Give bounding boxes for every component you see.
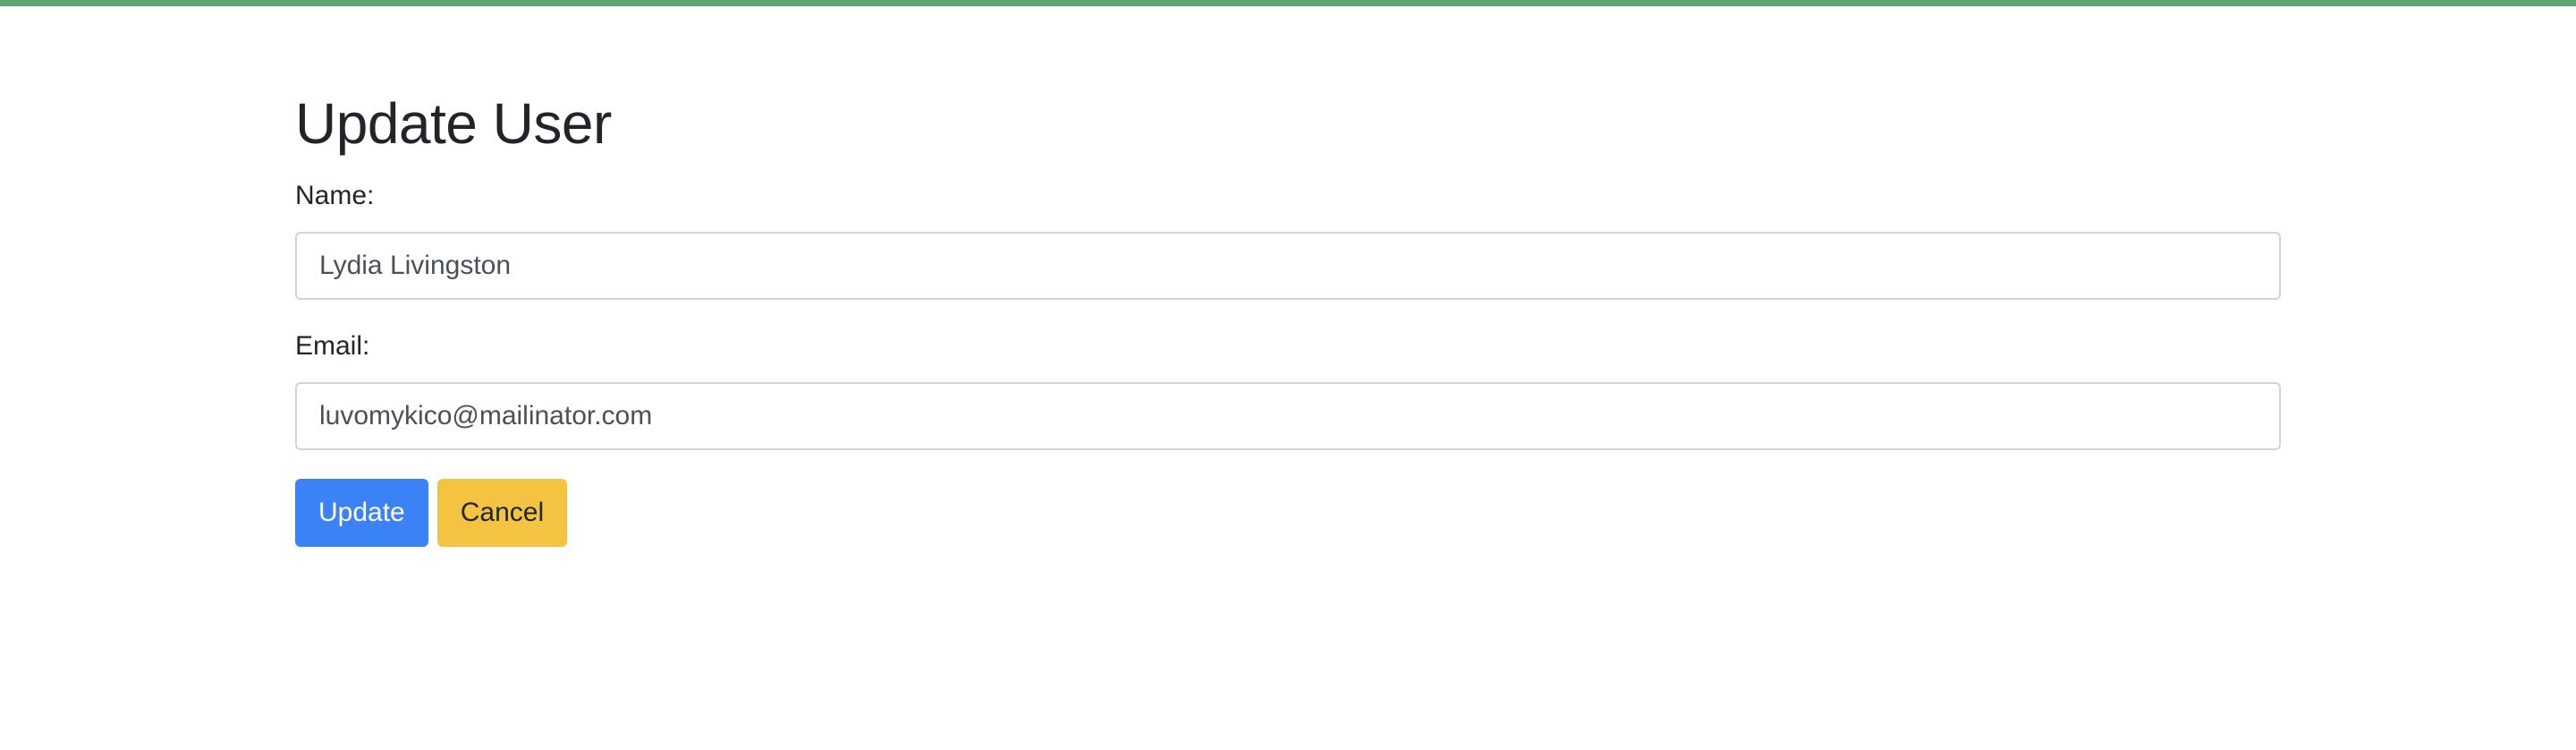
update-user-form-container: Update User Name: Email: Update Cancel [295, 89, 2281, 547]
email-label: Email: [295, 330, 370, 361]
email-input[interactable] [295, 381, 2281, 450]
page-title: Update User [295, 91, 612, 156]
email-form-group: Email: [295, 330, 2281, 450]
name-input[interactable] [295, 231, 2281, 300]
cancel-button[interactable]: Cancel [436, 478, 568, 547]
name-form-group: Name: [295, 180, 2281, 300]
top-accent-bar [0, 0, 2576, 6]
update-button[interactable]: Update [295, 478, 428, 547]
name-label: Name: [295, 180, 375, 210]
form-actions: Update Cancel [295, 478, 2281, 547]
